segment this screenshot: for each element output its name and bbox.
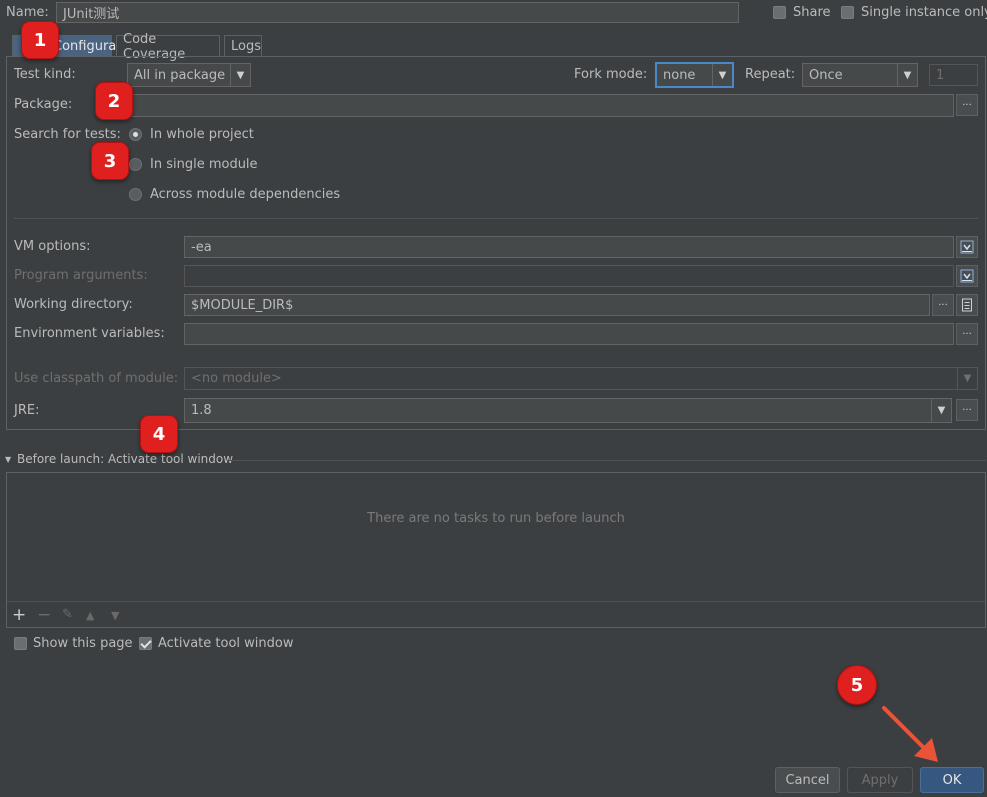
- vm-options-label: VM options:: [14, 239, 91, 254]
- working-directory-input[interactable]: $MODULE_DIR$: [184, 294, 930, 316]
- share-checkbox[interactable]: [773, 6, 786, 19]
- single-instance-label: Single instance only: [861, 5, 987, 20]
- show-this-page-checkbox[interactable]: [14, 637, 27, 650]
- arrow-down-icon[interactable]: ▼: [111, 609, 119, 623]
- divider: [228, 460, 986, 461]
- program-arguments-expand-button[interactable]: [956, 265, 978, 287]
- activate-tool-window-label: Activate tool window: [158, 636, 294, 651]
- jre-browse-button[interactable]: ···: [956, 399, 978, 421]
- chevron-down-icon: ▼: [712, 64, 732, 86]
- chevron-down-icon: ▼: [931, 399, 951, 422]
- repeat-label: Repeat:: [745, 67, 796, 82]
- working-directory-browse-button[interactable]: ···: [932, 294, 954, 316]
- name-input[interactable]: JUnit测试: [56, 2, 739, 23]
- radio-single-module[interactable]: [129, 158, 142, 171]
- expand-field-icon: [960, 240, 974, 254]
- fork-mode-label: Fork mode:: [574, 67, 648, 82]
- repeat-select[interactable]: Once ▼: [802, 63, 918, 87]
- radio-whole-project[interactable]: [129, 128, 142, 141]
- minus-icon[interactable]: −: [37, 607, 51, 624]
- tab-logs[interactable]: Logs: [224, 35, 262, 57]
- environment-variables-label: Environment variables:: [14, 326, 165, 341]
- annotation-arrow-icon: [882, 706, 938, 762]
- vm-options-expand-button[interactable]: [956, 236, 978, 258]
- jre-label: JRE:: [14, 403, 40, 418]
- share-label: Share: [793, 5, 831, 20]
- classpath-module-select[interactable]: <no module> ▼: [184, 367, 978, 390]
- show-this-page-label: Show this page: [33, 636, 133, 651]
- environment-variables-input[interactable]: [184, 323, 954, 345]
- triangle-down-icon[interactable]: ▼: [5, 455, 11, 464]
- package-browse-button[interactable]: ···: [956, 94, 978, 116]
- single-instance-checkbox[interactable]: [841, 6, 854, 19]
- empty-task-list-text: There are no tasks to run before launch: [367, 511, 625, 526]
- working-directory-label: Working directory:: [14, 297, 133, 312]
- fork-mode-value: none: [663, 67, 696, 83]
- annotation-badge-3: 3: [91, 142, 129, 180]
- radio-single-module-label: In single module: [150, 157, 258, 172]
- ellipsis-icon: ···: [962, 328, 972, 340]
- ellipsis-icon: ···: [938, 299, 948, 311]
- package-input[interactable]: [127, 94, 954, 117]
- expand-field-icon: [960, 269, 974, 283]
- document-icon: [962, 298, 972, 312]
- before-launch-task-list[interactable]: There are no tasks to run before launch …: [6, 472, 986, 628]
- package-label: Package:: [14, 97, 73, 112]
- test-kind-label: Test kind:: [14, 67, 76, 82]
- chevron-down-icon: ▼: [957, 368, 977, 389]
- classpath-module-label: Use classpath of module:: [14, 371, 179, 386]
- classpath-module-value: <no module>: [191, 371, 282, 386]
- test-kind-select[interactable]: All in package ▼: [127, 63, 251, 87]
- chevron-down-icon: ▼: [897, 64, 917, 86]
- fork-mode-select[interactable]: none ▼: [655, 62, 734, 88]
- before-launch-title[interactable]: Before launch: Activate tool window: [17, 452, 233, 466]
- divider: [14, 218, 978, 219]
- name-label: Name:: [6, 5, 49, 20]
- repeat-count-input[interactable]: 1: [929, 64, 978, 86]
- plus-icon[interactable]: +: [12, 607, 26, 624]
- annotation-badge-5: 5: [837, 665, 877, 705]
- test-kind-value: All in package: [134, 67, 226, 83]
- search-for-tests-label: Search for tests:: [14, 127, 121, 142]
- radio-across-dependencies[interactable]: [129, 188, 142, 201]
- environment-variables-browse-button[interactable]: ···: [956, 323, 978, 345]
- divider: [7, 601, 985, 602]
- radio-across-dependencies-label: Across module dependencies: [150, 187, 341, 202]
- tab-code-coverage[interactable]: Code Coverage: [116, 32, 220, 62]
- ellipsis-icon: ···: [962, 99, 972, 111]
- cancel-button[interactable]: Cancel: [775, 767, 840, 793]
- annotation-badge-4: 4: [140, 415, 178, 453]
- program-arguments-label: Program arguments:: [14, 268, 148, 283]
- program-arguments-input[interactable]: [184, 265, 954, 287]
- ellipsis-icon: ···: [962, 404, 972, 416]
- jre-select[interactable]: 1.8 ▼: [184, 398, 952, 423]
- tab-logs-label: Logs: [231, 39, 261, 54]
- jre-value: 1.8: [191, 403, 212, 418]
- repeat-value: Once: [809, 67, 843, 83]
- annotation-badge-2: 2: [95, 82, 133, 120]
- activate-tool-window-checkbox[interactable]: [139, 637, 152, 650]
- chevron-down-icon: ▼: [230, 64, 250, 86]
- pencil-icon[interactable]: ✎: [62, 608, 73, 622]
- working-directory-macro-button[interactable]: [956, 294, 978, 316]
- annotation-badge-1: 1: [21, 21, 59, 59]
- arrow-up-icon[interactable]: ▲: [86, 609, 94, 623]
- radio-whole-project-label: In whole project: [150, 127, 254, 142]
- vm-options-input[interactable]: -ea: [184, 236, 954, 258]
